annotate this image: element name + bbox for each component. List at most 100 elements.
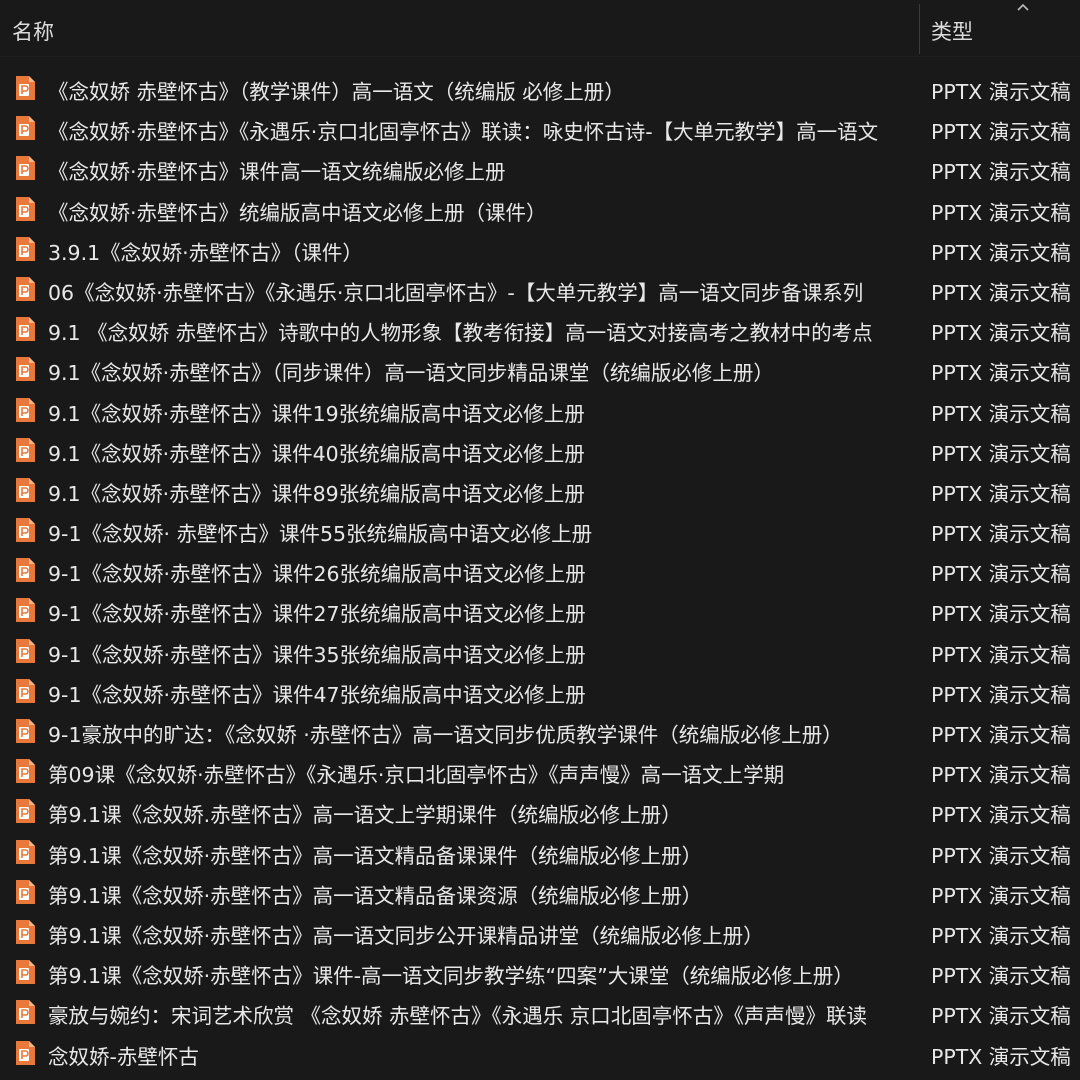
file-row[interactable]: 第9.1课《念奴娇.赤壁怀古》高一语文上学期课件（统编版必修上册） PPTX 演… xyxy=(0,791,1080,831)
file-name: 9.1《念奴娇·赤壁怀古》课件89张统编版高中语文必修上册 xyxy=(48,481,585,506)
file-name: 9-1《念奴娇·赤壁怀古》课件26张统编版高中语文必修上册 xyxy=(48,562,586,587)
pptx-file-icon xyxy=(16,196,35,221)
file-row[interactable]: 9.1 《念奴娇 赤壁怀古》诗歌中的人物形象【教考衔接】高一语文对接高考之教材中… xyxy=(0,309,1080,349)
file-name: 9-1《念奴娇·赤壁怀古》课件27张统编版高中语文必修上册 xyxy=(48,602,586,627)
file-row[interactable]: 念奴娇-赤壁怀古 PPTX 演示文稿 xyxy=(0,1033,1080,1073)
file-type: PPTX 演示文稿 xyxy=(931,642,1071,667)
file-name: 9-1《念奴娇·赤壁怀古》课件47张统编版高中语文必修上册 xyxy=(48,682,586,707)
pptx-file-icon xyxy=(16,960,35,985)
file-row[interactable]: 9-1《念奴娇· 赤壁怀古》课件55张统编版高中语文必修上册 PPTX 演示文稿 xyxy=(0,510,1080,550)
file-name: 第9.1课《念奴娇·赤壁怀古》高一语文精品备课课件（统编版必修上册） xyxy=(48,843,703,868)
file-row[interactable]: 第9.1课《念奴娇·赤壁怀古》高一语文精品备课课件（统编版必修上册） PPTX … xyxy=(0,832,1080,872)
pptx-file-icon xyxy=(16,919,35,944)
file-name: 《念奴娇·赤壁怀古》统编版高中语文必修上册（课件） xyxy=(48,200,547,225)
file-row[interactable]: 第9.1课《念奴娇·赤壁怀古》高一语文精品备课资源（统编版必修上册） PPTX … xyxy=(0,872,1080,912)
pptx-file-icon xyxy=(16,76,35,100)
file-type: PPTX 演示文稿 xyxy=(931,602,1071,627)
pptx-file-icon xyxy=(16,1040,35,1065)
pptx-file-icon xyxy=(16,719,35,743)
file-name: 9-1《念奴娇· 赤壁怀古》课件55张统编版高中语文必修上册 xyxy=(48,522,593,547)
file-name: 《念奴娇·赤壁怀古》《永遇乐·京口北固亭怀古》联读：咏史怀古诗-【大单元教学】高… xyxy=(48,120,879,145)
pptx-file-icon xyxy=(16,759,35,784)
file-type: PPTX 演示文稿 xyxy=(931,763,1071,788)
file-type: PPTX 演示文稿 xyxy=(931,923,1071,948)
pptx-file-icon xyxy=(16,839,35,864)
file-type: PPTX 演示文稿 xyxy=(931,964,1071,989)
file-type: PPTX 演示文稿 xyxy=(931,803,1071,828)
file-type: PPTX 演示文稿 xyxy=(931,200,1071,225)
file-type: PPTX 演示文稿 xyxy=(931,280,1071,305)
column-header-bar: 名称 类型 xyxy=(0,0,1080,57)
pptx-file-icon xyxy=(16,236,35,261)
file-type: PPTX 演示文稿 xyxy=(931,120,1071,145)
file-row[interactable]: 豪放与婉约：宋词艺术欣赏 《念奴娇 赤壁怀古》《永遇乐 京口北固亭怀古》《声声慢… xyxy=(0,992,1080,1032)
file-row[interactable]: 9-1《念奴娇·赤壁怀古》课件27张统编版高中语文必修上册 PPTX 演示文稿 xyxy=(0,590,1080,630)
file-row[interactable]: 9.1《念奴娇·赤壁怀古》（同步课件）高一语文同步精品课堂（统编版必修上册） P… xyxy=(0,349,1080,389)
file-row[interactable]: 9.1《念奴娇·赤壁怀古》课件89张统编版高中语文必修上册 PPTX 演示文稿 xyxy=(0,470,1080,510)
file-type: PPTX 演示文稿 xyxy=(931,883,1071,908)
pptx-file-icon xyxy=(16,317,35,342)
pptx-file-icon xyxy=(16,799,35,824)
file-name: 第9.1课《念奴娇·赤壁怀古》高一语文同步公开课精品讲堂（统编版必修上册） xyxy=(48,923,764,948)
file-name: 第09课《念奴娇·赤壁怀古》《永遇乐·京口北固亭怀古》《声声慢》高一语文上学期 xyxy=(48,763,785,788)
column-header-name[interactable]: 名称 xyxy=(12,16,54,46)
file-row[interactable]: 9-1《念奴娇·赤壁怀古》课件47张统编版高中语文必修上册 PPTX 演示文稿 xyxy=(0,671,1080,711)
file-row[interactable]: 06《念奴娇·赤壁怀古》《永遇乐·京口北固亭怀古》-【大单元教学】高一语文同步备… xyxy=(0,269,1080,309)
file-name: 第9.1课《念奴娇·赤壁怀古》课件-高一语文同步教学练“四案”大课堂（统编版必修… xyxy=(48,964,854,989)
file-type: PPTX 演示文稿 xyxy=(931,160,1071,185)
file-explorer-window: 名称 类型 《念奴娇 赤壁怀古》（教学课件）高一语文（统编版 必修上册） PPT… xyxy=(0,0,1080,1080)
pptx-file-icon xyxy=(16,638,35,663)
file-type: PPTX 演示文稿 xyxy=(931,401,1071,426)
file-type: PPTX 演示文稿 xyxy=(931,441,1071,466)
pptx-file-icon xyxy=(16,276,35,301)
pptx-file-icon xyxy=(16,397,35,422)
file-row[interactable]: 《念奴娇·赤壁怀古》统编版高中语文必修上册（课件） PPTX 演示文稿 xyxy=(0,189,1080,229)
file-row[interactable]: 《念奴娇·赤壁怀古》《永遇乐·京口北固亭怀古》联读：咏史怀古诗-【大单元教学】高… xyxy=(0,108,1080,148)
pptx-file-icon xyxy=(16,678,35,703)
file-row[interactable]: 9.1《念奴娇·赤壁怀古》课件40张统编版高中语文必修上册 PPTX 演示文稿 xyxy=(0,430,1080,470)
chevron-up-icon[interactable] xyxy=(1016,2,1030,12)
file-name: 9.1 《念奴娇 赤壁怀古》诗歌中的人物形象【教考衔接】高一语文对接高考之教材中… xyxy=(48,321,873,346)
file-name: 9-1《念奴娇·赤壁怀古》课件35张统编版高中语文必修上册 xyxy=(48,642,586,667)
file-type: PPTX 演示文稿 xyxy=(931,682,1071,707)
file-row[interactable]: 《念奴娇 赤壁怀古》（教学课件）高一语文（统编版 必修上册） PPTX 演示文稿 xyxy=(0,68,1080,108)
file-list: 《念奴娇 赤壁怀古》（教学课件）高一语文（统编版 必修上册） PPTX 演示文稿… xyxy=(0,68,1080,1073)
file-type: PPTX 演示文稿 xyxy=(931,80,1071,104)
file-name: 第9.1课《念奴娇.赤壁怀古》高一语文上学期课件（统编版必修上册） xyxy=(48,803,682,828)
column-header-type[interactable]: 类型 xyxy=(931,16,973,46)
file-type: PPTX 演示文稿 xyxy=(931,843,1071,868)
file-name: 3.9.1《念奴娇·赤壁怀古》（课件） xyxy=(48,240,363,265)
file-row[interactable]: 《念奴娇·赤壁怀古》课件高一语文统编版必修上册 PPTX 演示文稿 xyxy=(0,148,1080,188)
file-type: PPTX 演示文稿 xyxy=(931,1044,1071,1069)
pptx-file-icon xyxy=(16,518,35,543)
file-row[interactable]: 第9.1课《念奴娇·赤壁怀古》高一语文同步公开课精品讲堂（统编版必修上册） PP… xyxy=(0,912,1080,952)
pptx-file-icon xyxy=(16,357,35,382)
file-row[interactable]: 9-1《念奴娇·赤壁怀古》课件35张统编版高中语文必修上册 PPTX 演示文稿 xyxy=(0,631,1080,671)
column-divider[interactable] xyxy=(919,4,920,54)
file-type: PPTX 演示文稿 xyxy=(931,562,1071,587)
file-row[interactable]: 第9.1课《念奴娇·赤壁怀古》课件-高一语文同步教学练“四案”大课堂（统编版必修… xyxy=(0,952,1080,992)
file-type: PPTX 演示文稿 xyxy=(931,361,1071,386)
file-name: 9-1豪放中的旷达：《念奴娇 ·赤壁怀古》高一语文同步优质教学课件（统编版必修上… xyxy=(48,723,843,747)
file-name: 《念奴娇·赤壁怀古》课件高一语文统编版必修上册 xyxy=(48,160,506,185)
file-row[interactable]: 9-1《念奴娇·赤壁怀古》课件26张统编版高中语文必修上册 PPTX 演示文稿 xyxy=(0,550,1080,590)
file-type: PPTX 演示文稿 xyxy=(931,481,1071,506)
file-type: PPTX 演示文稿 xyxy=(931,522,1071,547)
file-name: 豪放与婉约：宋词艺术欣赏 《念奴娇 赤壁怀古》《永遇乐 京口北固亭怀古》《声声慢… xyxy=(48,1004,868,1029)
pptx-file-icon xyxy=(16,598,35,623)
pptx-file-icon xyxy=(16,156,35,181)
file-name: 念奴娇-赤壁怀古 xyxy=(48,1044,199,1069)
pptx-file-icon xyxy=(16,437,35,462)
file-row[interactable]: 第09课《念奴娇·赤壁怀古》《永遇乐·京口北固亭怀古》《声声慢》高一语文上学期 … xyxy=(0,751,1080,791)
file-name: 9.1《念奴娇·赤壁怀古》课件40张统编版高中语文必修上册 xyxy=(48,441,585,466)
file-row[interactable]: 3.9.1《念奴娇·赤壁怀古》（课件） PPTX 演示文稿 xyxy=(0,229,1080,269)
file-name: 9.1《念奴娇·赤壁怀古》（同步课件）高一语文同步精品课堂（统编版必修上册） xyxy=(48,361,774,386)
file-row[interactable]: 9-1豪放中的旷达：《念奴娇 ·赤壁怀古》高一语文同步优质教学课件（统编版必修上… xyxy=(0,711,1080,751)
file-name: 第9.1课《念奴娇·赤壁怀古》高一语文精品备课资源（统编版必修上册） xyxy=(48,883,703,908)
file-row[interactable]: 9.1《念奴娇·赤壁怀古》课件19张统编版高中语文必修上册 PPTX 演示文稿 xyxy=(0,390,1080,430)
file-name: 9.1《念奴娇·赤壁怀古》课件19张统编版高中语文必修上册 xyxy=(48,401,585,426)
file-type: PPTX 演示文稿 xyxy=(931,321,1071,346)
file-name: 《念奴娇 赤壁怀古》（教学课件）高一语文（统编版 必修上册） xyxy=(48,80,625,104)
pptx-file-icon xyxy=(16,477,35,502)
file-type: PPTX 演示文稿 xyxy=(931,1004,1071,1029)
